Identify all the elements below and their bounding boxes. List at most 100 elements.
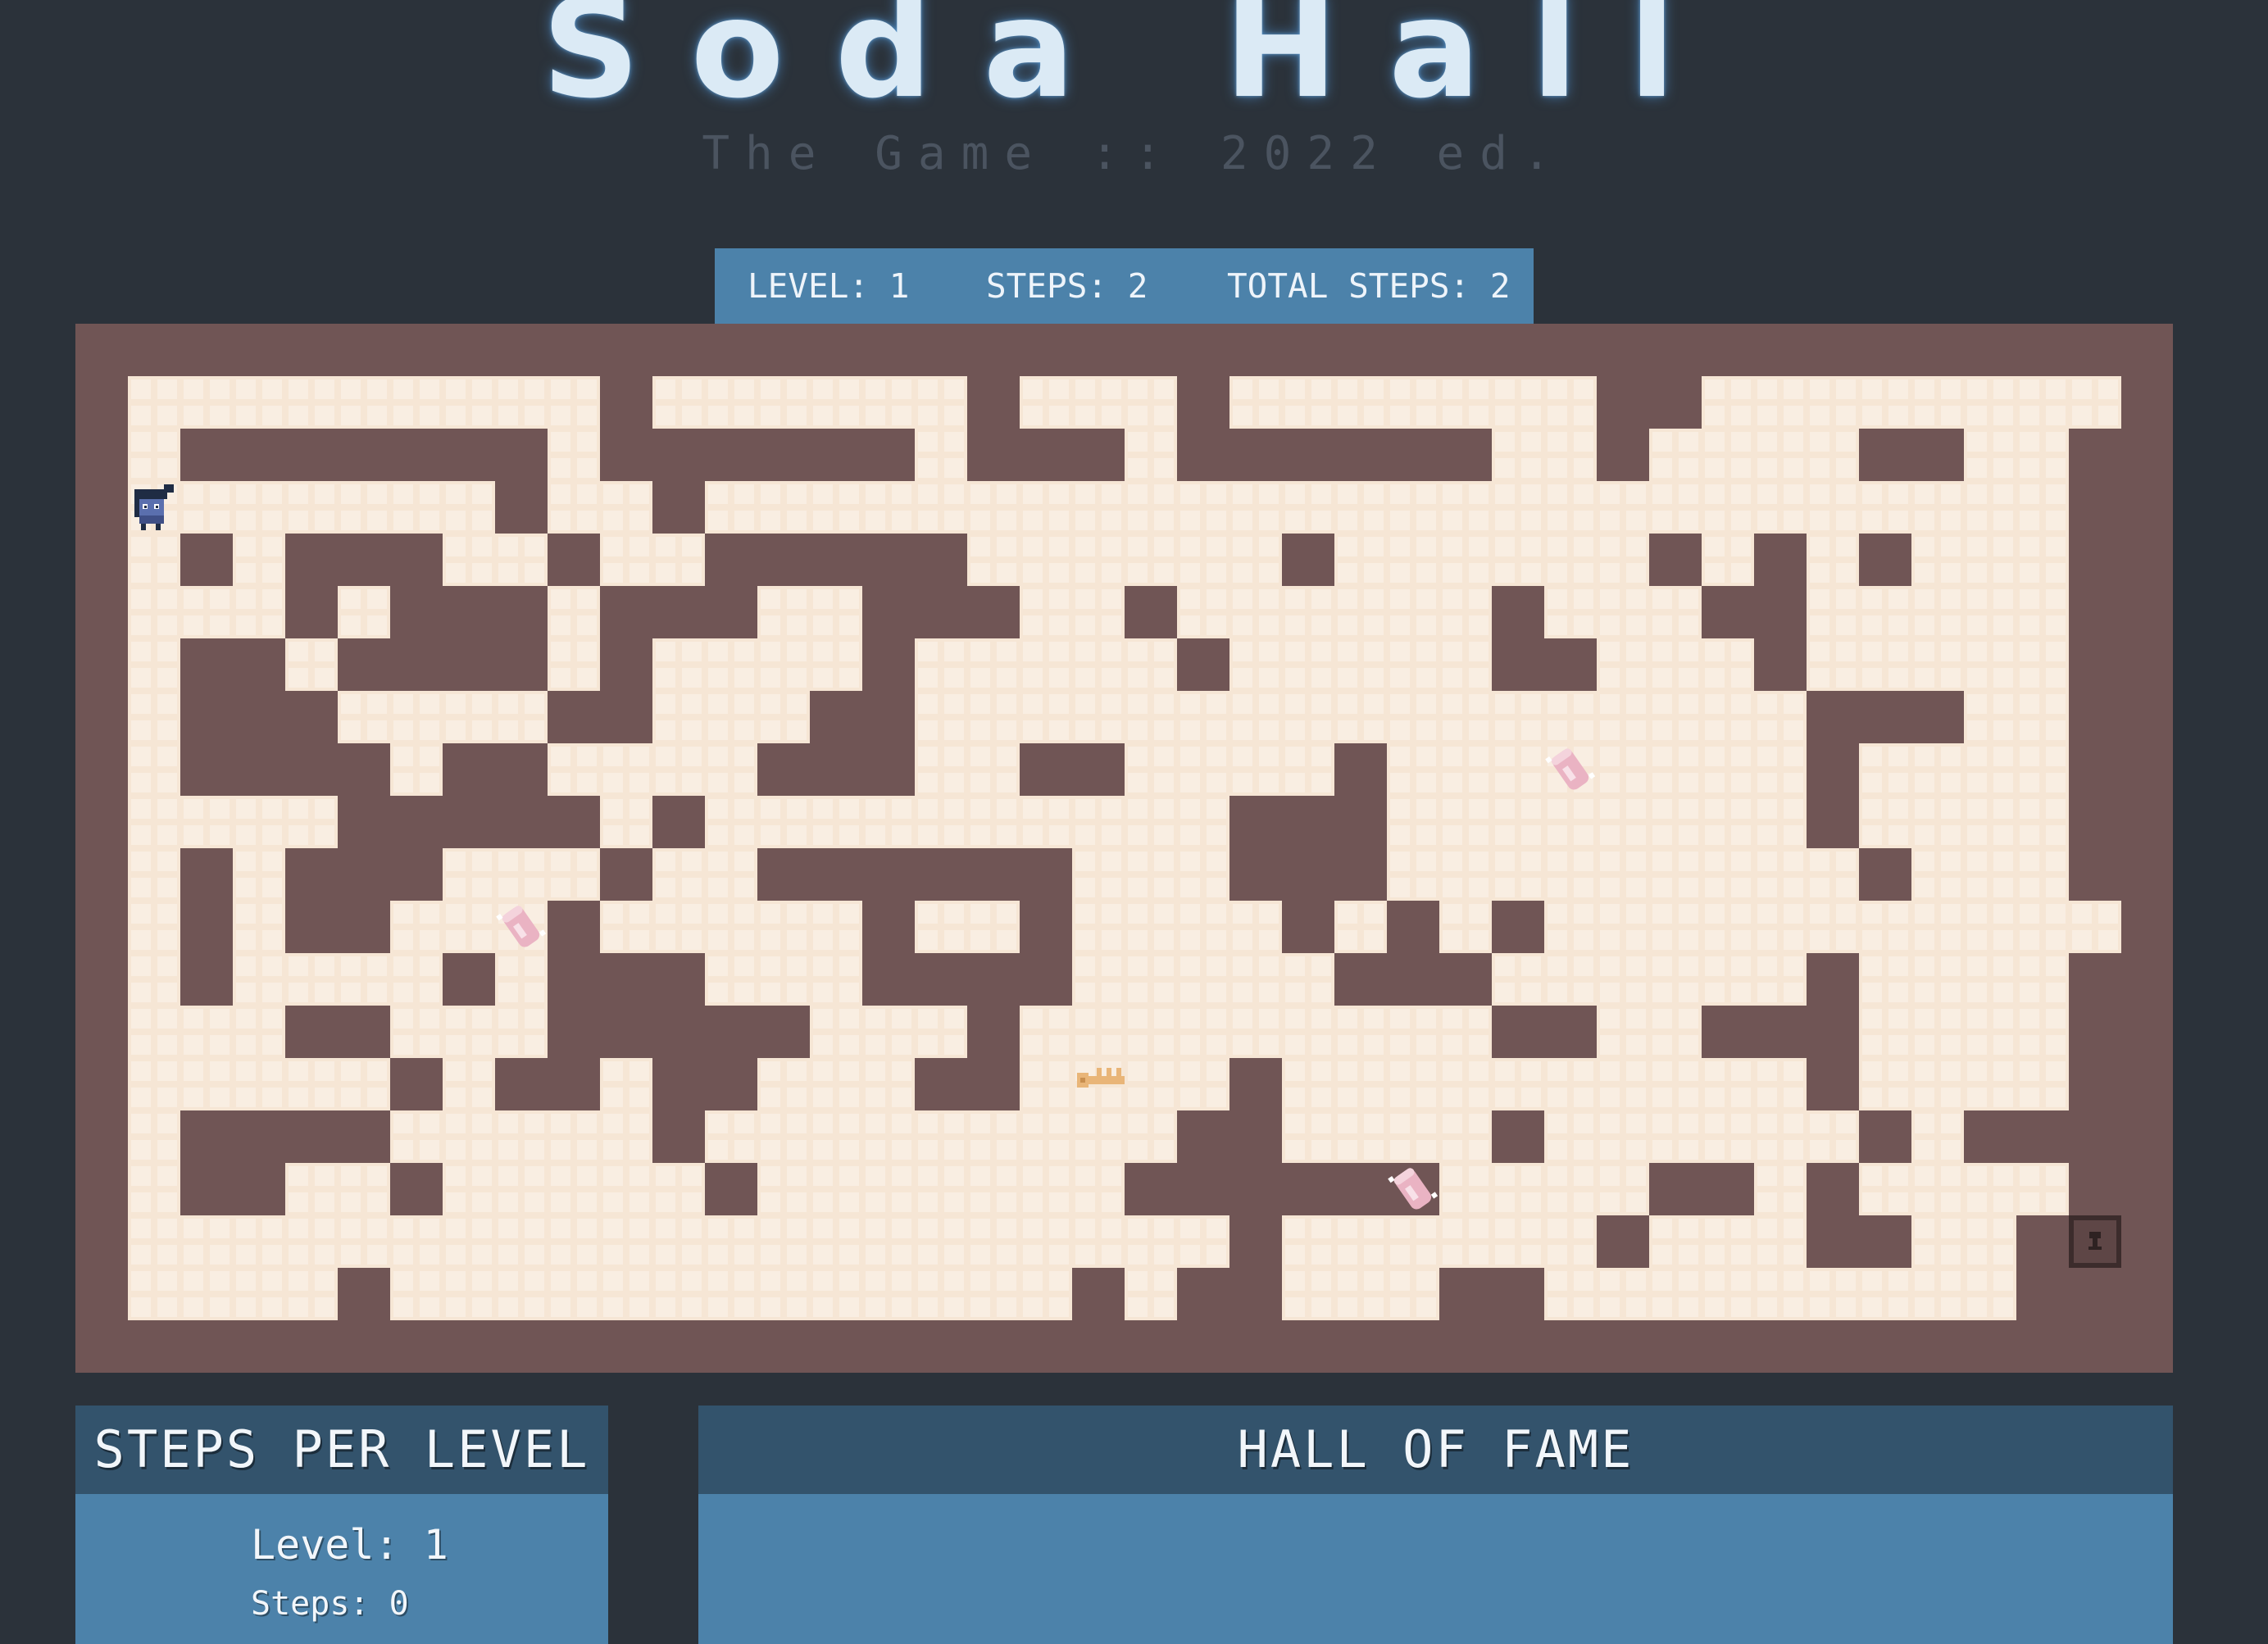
floor-tile [1020,691,1072,743]
total-steps-counter: TOTAL STEPS: 2 [1227,266,1511,306]
floor-tile [1072,1163,1125,1215]
floor-tile [862,481,915,534]
floor-tile [1334,901,1387,953]
floor-tile [1229,376,1282,429]
floor-tile [1649,1268,1702,1320]
floor-tile [915,638,967,691]
floor-tile [1229,901,1282,953]
floor-tile [1177,901,1229,953]
floor-tile [2016,691,2069,743]
floor-tile [338,481,390,534]
floor-tile [1492,691,1544,743]
floor-tile [1020,376,1072,429]
floor-tile [1911,534,1964,586]
floor-tile [1544,691,1597,743]
floor-tile [757,1110,810,1163]
floor-tile [338,691,390,743]
floor-tile [1859,586,1911,638]
floor-tile [443,691,495,743]
floor-tile [1334,1110,1387,1163]
floor-tile [1439,638,1492,691]
floor-tile [1020,1268,1072,1320]
floor-tile [1597,481,1649,534]
floor-tile [1282,743,1334,796]
floor-tile [967,743,1020,796]
floor-tile [128,429,180,481]
floor-tile [1439,901,1492,953]
floor-tile [1964,534,2016,586]
floor-tile [180,796,233,848]
floor-tile [1125,534,1177,586]
floor-tile [548,481,600,534]
floor-tile [180,1058,233,1110]
floor-tile [1072,848,1125,901]
floor-tile [1544,848,1597,901]
floor-tile [1282,691,1334,743]
floor-tile [1754,429,1807,481]
floor-tile [233,1268,285,1320]
floor-tile [652,1215,705,1268]
floor-tile [1597,743,1649,796]
floor-tile [1859,638,1911,691]
floor-tile [1125,953,1177,1006]
floor-tile [1964,586,2016,638]
floor-tile [1964,796,2016,848]
floor-tile [2016,953,2069,1006]
floor-tile [1282,638,1334,691]
floor-tile [285,1058,338,1110]
floor-tile [967,1268,1020,1320]
floor-tile [652,1268,705,1320]
floor-tile [495,691,548,743]
floor-tile [1911,1268,1964,1320]
game-board[interactable] [75,324,2173,1373]
floor-tile [1807,534,1859,586]
floor-tile [128,534,180,586]
floor-tile [1125,691,1177,743]
floor-tile [443,1215,495,1268]
floor-tile [1177,848,1229,901]
floor-tile [2016,1006,2069,1058]
floor-tile [915,1268,967,1320]
floor-tile [1597,534,1649,586]
floor-tile [1125,796,1177,848]
floor-tile [1439,1110,1492,1163]
floor-tile [1020,638,1072,691]
floor-tile [2016,1163,2069,1215]
floor-tile [1859,953,1911,1006]
floor-tile [180,586,233,638]
locked-door-icon[interactable] [2069,1215,2121,1268]
floor-tile [915,1006,967,1058]
floor-tile [1807,586,1859,638]
floor-tile [1649,691,1702,743]
floor-tile [967,638,1020,691]
floor-tile [128,586,180,638]
floor-tile [233,586,285,638]
floor-tile [915,1163,967,1215]
floor-tile [1334,376,1387,429]
floor-tile [1072,638,1125,691]
floor-tile [600,1110,652,1163]
floor-tile [600,534,652,586]
floor-tile [1597,638,1649,691]
floor-tile [757,691,810,743]
maze[interactable] [75,324,2173,1373]
floor-tile [1544,1163,1597,1215]
floor-tile [1282,1110,1334,1163]
floor-tile [1492,376,1544,429]
floor-tile [443,376,495,429]
floor-tile [1754,1058,1807,1110]
floor-tile [1754,901,1807,953]
floor-tile [1282,1006,1334,1058]
floor-tile [1229,1006,1282,1058]
floor-tile [1439,1006,1492,1058]
floor-tile [810,1215,862,1268]
floor-tile [443,534,495,586]
floor-tile [1072,534,1125,586]
floor-tile [1911,848,1964,901]
floor-tile [1649,1006,1702,1058]
floor-tile [1702,796,1754,848]
floor-tile [285,1215,338,1268]
floor-tile [1859,376,1911,429]
floor-tile [967,1110,1020,1163]
floor-tile [1754,1215,1807,1268]
